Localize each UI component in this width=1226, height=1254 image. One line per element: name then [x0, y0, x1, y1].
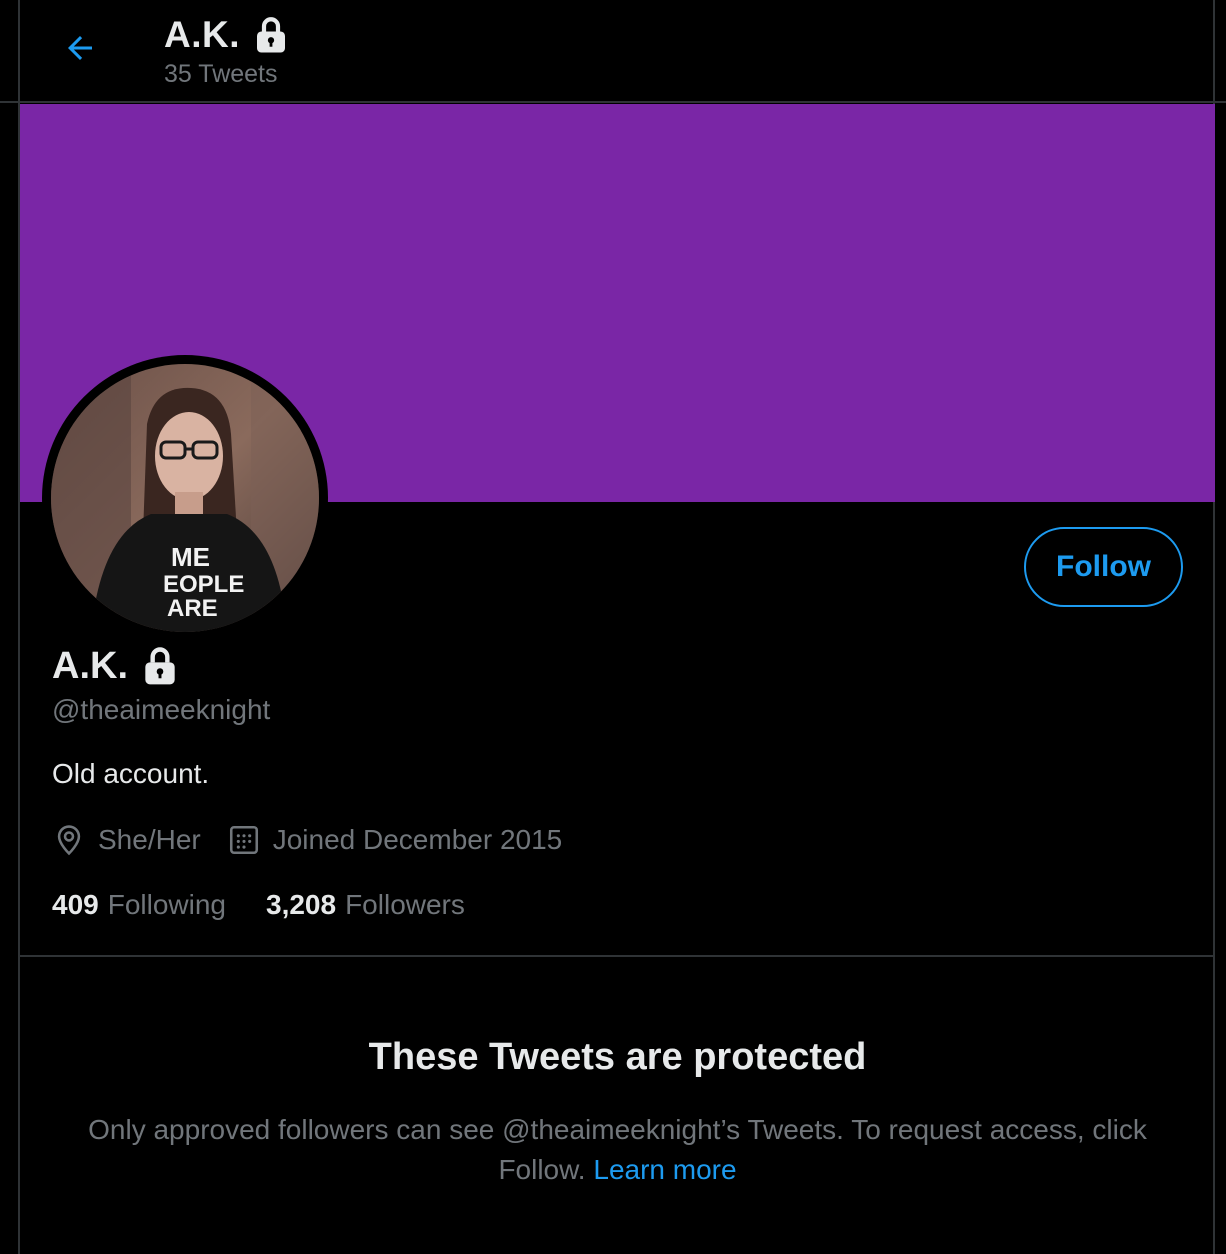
header-name-row: A.K.	[164, 12, 292, 58]
back-button[interactable]	[56, 24, 104, 72]
location-pin-icon	[52, 823, 86, 857]
followers-label: Followers	[345, 889, 465, 920]
followers-link[interactable]: 3,208 Followers	[266, 889, 465, 921]
profile-display-name: A.K.	[52, 644, 128, 687]
profile-stats: 409 Following 3,208 Followers	[52, 884, 505, 926]
location-text: She/Her	[98, 824, 201, 855]
lock-icon	[250, 14, 292, 56]
follow-button[interactable]: Follow	[1024, 527, 1183, 607]
location-item: She/Her	[52, 823, 201, 857]
profile-handle: @theaimeeknight	[52, 694, 271, 725]
learn-more-link[interactable]: Learn more	[593, 1154, 736, 1185]
profile-bio: Old account.	[52, 758, 210, 789]
lock-icon	[138, 644, 182, 688]
protected-message: Only approved followers can see @theaime…	[60, 1110, 1175, 1190]
following-link[interactable]: 409 Following	[52, 889, 226, 921]
section-divider	[20, 955, 1215, 957]
arrow-left-icon	[68, 36, 92, 60]
avatar-photo: ME EOPLE ARE	[51, 364, 319, 632]
following-label: Following	[107, 889, 226, 920]
tweet-count: 35 Tweets	[164, 60, 278, 88]
following-count: 409	[52, 889, 99, 920]
profile-header-bar: A.K. 35 Tweets	[0, 0, 1226, 103]
profile-meta: She/Her Joined December 2015	[52, 818, 588, 862]
svg-text:EOPLE: EOPLE	[163, 571, 244, 598]
joined-item: Joined December 2015	[227, 823, 563, 857]
profile-name-row: A.K.	[52, 642, 182, 690]
svg-text:ARE: ARE	[167, 595, 218, 622]
svg-text:ME: ME	[171, 542, 210, 572]
avatar[interactable]: ME EOPLE ARE	[42, 355, 328, 641]
header-display-name: A.K.	[164, 14, 240, 55]
calendar-icon	[227, 823, 261, 857]
joined-text: Joined December 2015	[272, 824, 563, 855]
protected-title: These Tweets are protected	[368, 1036, 867, 1078]
followers-count: 3,208	[266, 889, 337, 920]
